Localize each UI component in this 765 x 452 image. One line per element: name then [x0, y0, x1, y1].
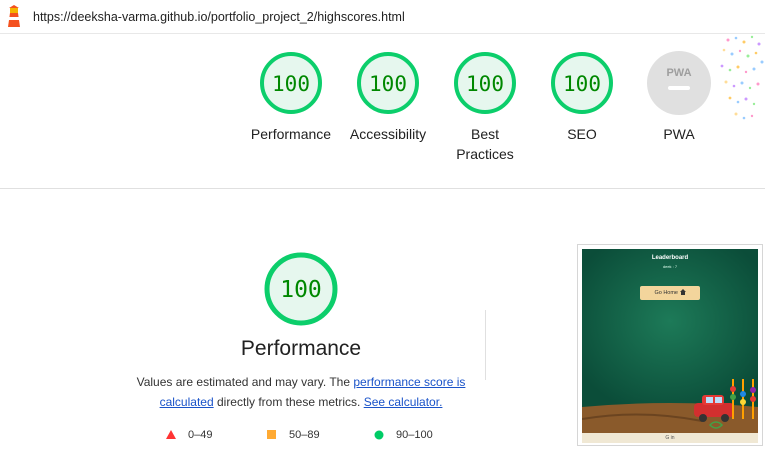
square-icon — [267, 430, 276, 439]
legend-pass: 90–100 — [374, 429, 433, 441]
gauge-accessibility[interactable]: 100 Accessibility — [338, 50, 438, 144]
url-bar: https://deeksha-varma.github.io/portfoli… — [0, 0, 765, 34]
final-screenshot[interactable]: Leaderboard deek : 7 Go Home G in — [577, 244, 763, 446]
performance-title: Performance — [240, 337, 362, 360]
gauge-performance[interactable]: 100 Performance — [241, 50, 341, 144]
gauge-best-practices[interactable]: 100 Best Practices — [435, 50, 535, 164]
vertical-divider — [485, 310, 486, 380]
see-calculator-link[interactable]: See calculator. — [364, 395, 443, 409]
circle-icon — [374, 430, 384, 440]
gauge-ring: 100 — [357, 52, 419, 114]
pwa-badge-icon: PWA — [647, 51, 711, 115]
chalkboard-background — [582, 249, 758, 433]
screenshot-go-home-button: Go Home — [640, 286, 700, 300]
gauge-ring: 100 — [260, 52, 322, 114]
screenshot-footer: G in — [582, 433, 758, 443]
gauge-label: Best Practices — [456, 126, 514, 162]
screenshot-subtitle: deek : 7 — [662, 264, 678, 269]
legend-average: 50–89 — [267, 429, 320, 441]
performance-description: Values are estimated and may vary. The p… — [136, 375, 466, 409]
legend-fail: 0–49 — [166, 429, 212, 441]
url-text[interactable]: https://deeksha-varma.github.io/portfoli… — [33, 10, 405, 24]
performance-gauge: 100 — [264, 252, 338, 326]
lighthouse-logo-icon — [8, 5, 20, 27]
gauge-ring: 100 — [551, 52, 613, 114]
gauge-label: Accessibility — [349, 126, 427, 142]
section-divider — [0, 188, 765, 189]
gauge-score: 100 — [272, 72, 310, 96]
gauge-score: 100 — [466, 72, 504, 96]
gauge-ring: 100 — [454, 52, 516, 114]
gauge-pwa[interactable]: PWA PWA — [629, 50, 729, 144]
gauge-score: 100 — [563, 72, 601, 96]
gauge-label: Performance — [250, 126, 332, 142]
home-icon — [679, 289, 686, 295]
screenshot-content: Leaderboard deek : 7 Go Home G in — [582, 249, 758, 443]
screenshot-title: Leaderboard — [651, 255, 689, 261]
performance-score: 100 — [280, 277, 322, 303]
gauge-label: SEO — [567, 126, 597, 142]
score-legend: 0–49 50–89 90–100 — [166, 429, 466, 447]
triangle-icon — [166, 430, 176, 439]
category-gauges: 100 Performance 100 Accessibility 100 Be… — [0, 50, 765, 180]
gauge-seo[interactable]: 100 SEO — [532, 50, 632, 144]
gauge-score: 100 — [369, 72, 407, 96]
svg-text:PWA: PWA — [666, 67, 691, 79]
gauge-label: PWA — [663, 126, 695, 142]
